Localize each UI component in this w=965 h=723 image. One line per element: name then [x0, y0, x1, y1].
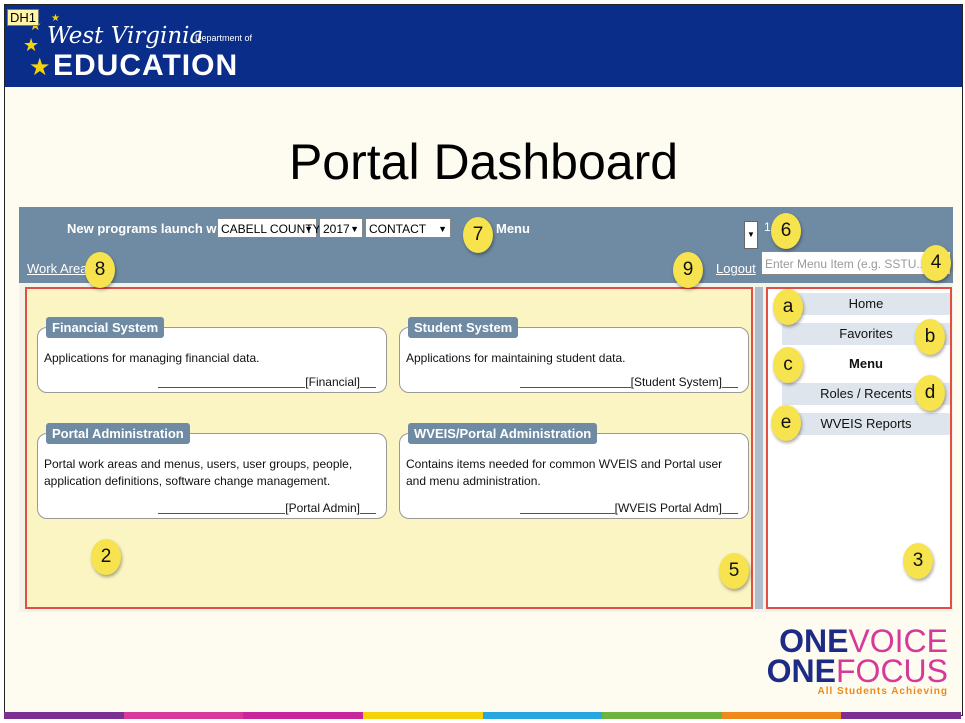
- dropdown-arrow-icon: ▼: [304, 224, 313, 234]
- card-link[interactable]: [Student System]: [630, 375, 722, 389]
- menu-item-wveis-reports[interactable]: WVEIS Reports: [782, 413, 950, 435]
- logout-link[interactable]: Logout: [716, 261, 756, 276]
- callout-e: e: [771, 405, 801, 441]
- card-description: Applications for maintaining student dat…: [406, 351, 626, 365]
- callout-3: 3: [903, 543, 933, 579]
- county-select[interactable]: CABELL COUNTY ▼: [217, 218, 321, 238]
- dropdown-arrow-icon: ▼: [438, 224, 447, 234]
- callout-c: c: [773, 347, 803, 383]
- slide-title: Portal Dashboard: [288, 134, 679, 190]
- portal-screenshot: New programs launch with: CABELL COUNTY ▼…: [19, 207, 953, 612]
- callout-b: b: [915, 319, 945, 355]
- panel-splitter[interactable]: [755, 287, 763, 609]
- card-wveis-portal-administration[interactable]: WVEIS/Portal Administration Contains ite…: [399, 423, 749, 519]
- date-display: 1: [764, 220, 771, 234]
- card-description: Applications for managing financial data…: [44, 351, 260, 365]
- callout-7: 7: [463, 217, 493, 253]
- logo-state-name: West Virginia: [47, 23, 204, 49]
- year-select[interactable]: 2017 ▼: [319, 218, 363, 238]
- callout-6: 6: [771, 213, 801, 249]
- logo-focus: FOCUS: [836, 653, 948, 689]
- dropdown-arrow-icon: ▼: [350, 224, 359, 234]
- programs-label: New programs launch with:: [67, 221, 237, 236]
- slide-tag: DH1: [7, 9, 40, 26]
- slide: ★ ★ ★ ★ West Virginia Department of EDUC…: [4, 4, 963, 716]
- card-financial-system[interactable]: Financial System Applications for managi…: [37, 317, 387, 393]
- card-title: Financial System: [46, 317, 165, 338]
- bottom-color-stripe: [4, 712, 961, 719]
- callout-d: d: [915, 375, 945, 411]
- card-title: Student System: [408, 317, 519, 338]
- callout-2: 2: [91, 539, 121, 575]
- menu-item-menu[interactable]: Menu: [782, 353, 950, 375]
- callout-a: a: [773, 289, 803, 325]
- menu-label: Menu: [496, 221, 530, 236]
- top-banner: ★ ★ ★ ★ West Virginia Department of EDUC…: [5, 5, 962, 87]
- year-value: 2017: [323, 222, 350, 236]
- star-icon: ★: [29, 54, 51, 81]
- card-link[interactable]: [Portal Admin]: [285, 501, 360, 515]
- callout-8: 8: [85, 252, 115, 288]
- logo-dept: Department of: [195, 33, 253, 43]
- logo-one: ONE: [766, 653, 836, 689]
- callout-4: 4: [921, 245, 951, 281]
- card-description: Contains items needed for common WVEIS a…: [406, 457, 723, 488]
- card-link[interactable]: [WVEIS Portal Adm]: [614, 501, 722, 515]
- one-voice-one-focus-logo: ONEVOICE ONEFOCUS All Students Achieving: [766, 625, 948, 697]
- callout-9: 9: [673, 252, 703, 288]
- role-select[interactable]: CONTACT ▼: [365, 218, 451, 238]
- callout-5: 5: [719, 553, 749, 589]
- menu-item-home[interactable]: Home: [782, 293, 950, 315]
- card-description: Portal work areas and menus, users, user…: [44, 457, 353, 488]
- menu-dropdown-toggle[interactable]: ▼: [744, 221, 758, 249]
- card-link[interactable]: [Financial]: [305, 375, 360, 389]
- card-title: Portal Administration: [46, 423, 190, 444]
- card-portal-administration[interactable]: Portal Administration Portal work areas …: [37, 423, 387, 519]
- work-area-panel: Financial System Applications for managi…: [25, 287, 753, 609]
- logo-org: EDUCATION: [53, 49, 239, 82]
- card-title: WVEIS/Portal Administration: [408, 423, 598, 444]
- role-value: CONTACT: [369, 222, 427, 236]
- card-student-system[interactable]: Student System Applications for maintain…: [399, 317, 749, 393]
- work-areas-link[interactable]: Work Areas: [27, 261, 94, 276]
